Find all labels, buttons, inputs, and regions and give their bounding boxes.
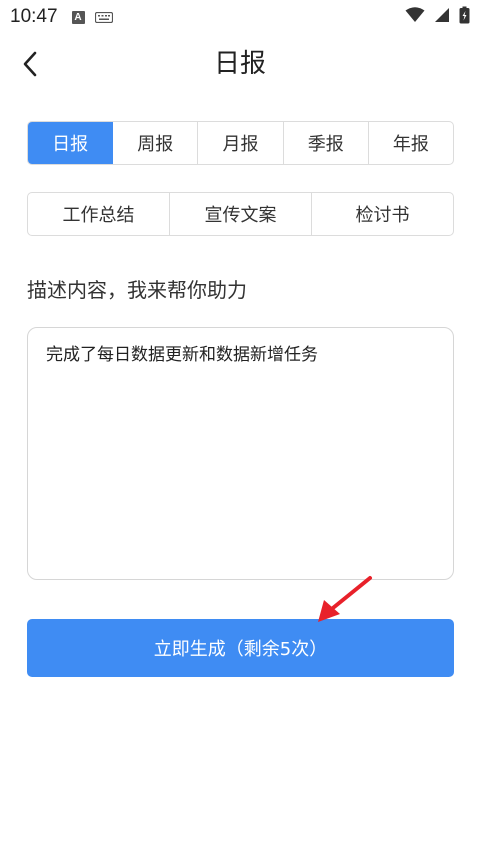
signal-icon xyxy=(434,7,450,27)
type-promo-copy[interactable]: 宣传文案 xyxy=(170,193,312,235)
content-type-options: 工作总结 宣传文案 检讨书 xyxy=(27,192,454,236)
tab-monthly[interactable]: 月报 xyxy=(198,122,284,164)
report-period-tabs: 日报 周报 月报 季报 年报 xyxy=(27,121,454,165)
tab-quarterly[interactable]: 季报 xyxy=(284,122,369,164)
description-input[interactable]: 完成了每日数据更新和数据新增任务 xyxy=(27,327,454,580)
tab-daily[interactable]: 日报 xyxy=(28,122,114,164)
status-bar: 10:47 A xyxy=(0,0,480,34)
keyboard-icon xyxy=(94,8,113,27)
battery-icon xyxy=(459,6,470,28)
wifi-icon xyxy=(405,7,425,27)
status-icons-right xyxy=(405,6,470,28)
tab-yearly[interactable]: 年报 xyxy=(369,122,453,164)
prompt-label: 描述内容，我来帮你助力 xyxy=(27,278,247,302)
generate-button[interactable]: 立即生成（剩余5次） xyxy=(27,619,454,677)
page-title: 日报 xyxy=(213,49,266,79)
annotation-arrow-icon xyxy=(318,576,372,622)
status-time: 10:47 xyxy=(10,6,58,27)
notification-a-icon: A xyxy=(71,10,85,24)
status-icons-left: A xyxy=(71,8,113,27)
type-self-criticism[interactable]: 检讨书 xyxy=(312,193,453,235)
type-work-summary[interactable]: 工作总结 xyxy=(28,193,170,235)
tab-weekly[interactable]: 周报 xyxy=(113,122,199,164)
header: 日报 xyxy=(0,34,480,96)
